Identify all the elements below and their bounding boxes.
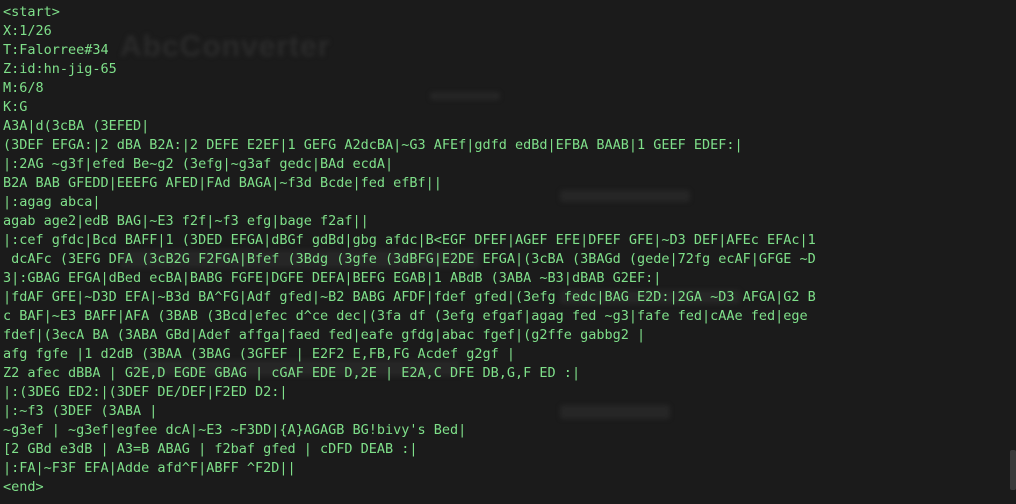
terminal-line: <end> [3,479,44,495]
terminal-line: agab age2|edB BAG|~E3 f2f|~f3 efg|bage f… [3,213,369,229]
terminal-line: T:Falorree#34 [3,42,109,58]
terminal-line: |:(3DEG ED2:|(3DEF DE/DEF|F2ED D2:| [3,384,288,400]
terminal-window[interactable]: AbcConverter <start> X:1/26 T:Falorree#34 Z… [0,0,1016,504]
terminal-line: |:~f3 (3DEF (3ABA | [3,403,158,419]
terminal-line: |fdAF GFE|~D3D EFA|~B3d BA^FG|Adf gfed|~… [3,289,816,305]
terminal-line: c BAF|~E3 BAFF|AFA (3BAB (3Bcd|efec d^ce… [3,308,808,324]
terminal-line: ~g3ef | ~g3ef|egfee dcA|~E3 ~F3DD|{A}AGA… [3,422,467,438]
terminal-line: Z2 afec dBBA | G2E,D EGDE GBAG | cGAF ED… [3,365,581,381]
terminal-line: <start> [3,4,60,20]
terminal-line: B2A BAB GFEDD|EEEFG AFED|FAd BAGA|~f3d B… [3,175,442,191]
terminal-line: |:2AG ~g3f|efed Be~g2 (3efg|~g3af gedc|B… [3,156,394,172]
terminal-line: |:FA|~F3F EFA|Adde afd^F|ABFF ^F2D|| [3,460,296,476]
terminal-line: K:G [3,99,28,115]
terminal-line: [2 GBd e3dB | A3=B ABAG | f2baf gfed | c… [3,441,418,457]
terminal-line: 3|:GBAG EFGA|dBed ecBA|BABG FGFE|DGFE DE… [3,270,662,286]
terminal-line: (3DEF EFGA:|2 dBA B2A:|2 DEFE E2EF|1 GEF… [3,137,743,153]
terminal-line: |:cef gfdc|Bcd BAFF|1 (3DED EFGA|dBGf gd… [3,232,816,248]
terminal-line: fdef|(3ecA BA (3ABA GBd|Adef affga|faed … [3,327,646,343]
terminal-line: X:1/26 [3,23,52,39]
terminal-line: M:6/8 [3,80,44,96]
vertical-scrollbar[interactable] [1010,450,1016,490]
terminal-line: dcAFc (3EFG DFA (3cB2G F2FGA|Bfef (3Bdg … [3,251,816,267]
terminal-line: Z:id:hn-jig-65 [3,61,117,77]
terminal-output: <start> X:1/26 T:Falorree#34 Z:id:hn-jig-65… [3,3,1016,497]
terminal-line: A3A|d(3cBA (3EFED| [3,118,150,134]
terminal-line: |:agag abca| [3,194,101,210]
terminal-line: afg fgfe |1 d2dB (3BAA (3BAG (3GFEF | E2… [3,346,516,362]
